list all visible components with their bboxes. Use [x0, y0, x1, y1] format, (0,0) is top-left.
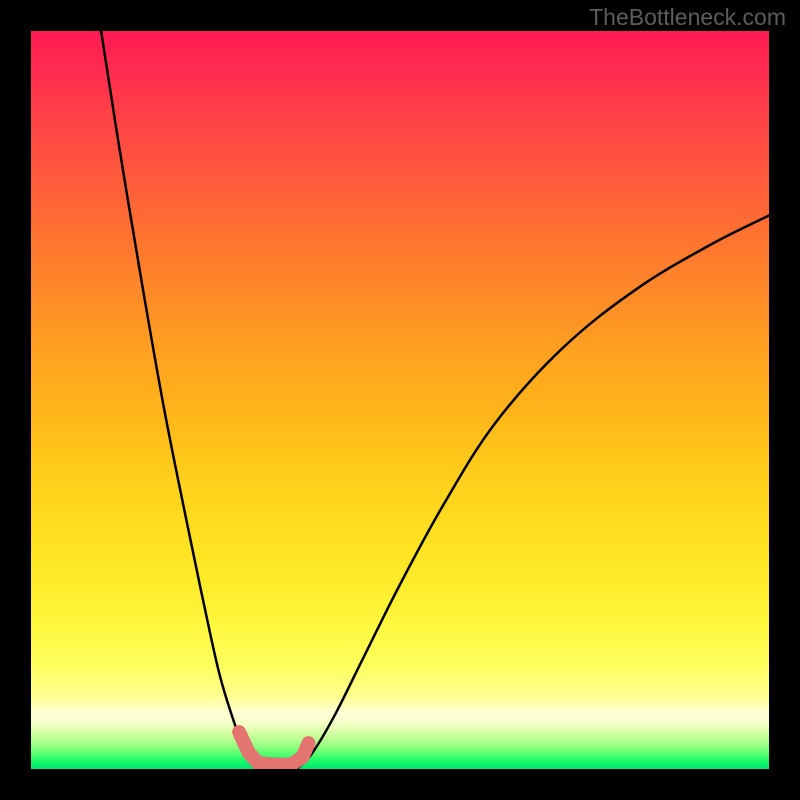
plot-area — [31, 31, 769, 769]
curve-right-branch — [297, 216, 769, 770]
curve-layer — [31, 31, 769, 769]
chart-frame: TheBottleneck.com — [0, 0, 800, 800]
curve-left-branch — [101, 31, 267, 769]
watermark-text: TheBottleneck.com — [589, 4, 786, 31]
valley-marker — [239, 732, 308, 764]
